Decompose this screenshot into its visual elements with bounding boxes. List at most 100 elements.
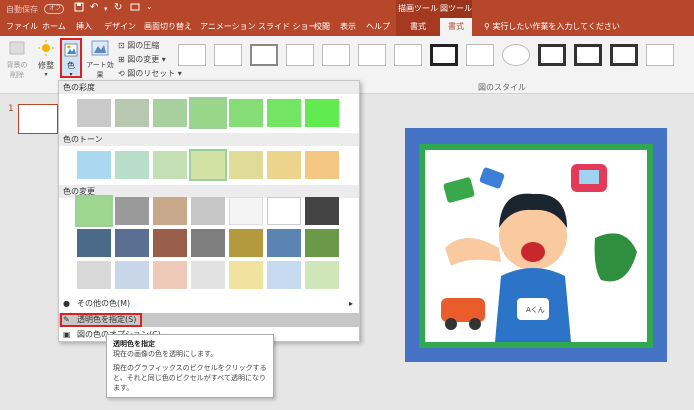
recolor-option[interactable] bbox=[229, 197, 263, 225]
tab-home[interactable]: ホーム bbox=[42, 18, 66, 36]
picture-style-thumb[interactable] bbox=[286, 44, 314, 66]
tooltip-line2: 現在のグラフィックスのピクセルをクリックすると、それと同じ色のピクセルがすべて透… bbox=[113, 364, 267, 392]
tab-picture-format[interactable]: 書式 bbox=[440, 18, 472, 36]
recolor-option[interactable] bbox=[115, 229, 149, 257]
recolor-option[interactable] bbox=[191, 229, 225, 257]
picture-style-thumb[interactable] bbox=[322, 44, 350, 66]
picture-style-thumb[interactable] bbox=[358, 44, 386, 66]
tone-option[interactable] bbox=[153, 151, 187, 179]
recolor-option[interactable] bbox=[267, 197, 301, 225]
recolor-option[interactable] bbox=[153, 197, 187, 225]
tab-drawing-format[interactable]: 書式 bbox=[396, 18, 440, 36]
recolor-option[interactable] bbox=[153, 229, 187, 257]
picture-style-thumb[interactable] bbox=[610, 44, 638, 66]
tone-option[interactable] bbox=[229, 151, 263, 179]
saturation-option[interactable] bbox=[229, 99, 263, 127]
tab-file[interactable]: ファイル bbox=[6, 18, 38, 36]
tab-transitions[interactable]: 画面切り替え bbox=[144, 18, 192, 36]
saturation-option[interactable] bbox=[153, 99, 187, 127]
picture-style-thumb[interactable] bbox=[466, 44, 494, 66]
recolor-option[interactable] bbox=[305, 229, 339, 257]
art-effects-icon bbox=[84, 40, 116, 58]
tooltip-line1: 現在の画像の色を透明にします。 bbox=[113, 350, 218, 358]
compress-pictures-button[interactable]: ⊡ 図の圧縮 bbox=[118, 40, 159, 51]
picture-style-thumb[interactable] bbox=[214, 44, 242, 66]
tab-slideshow[interactable]: スライド ショー bbox=[258, 18, 317, 36]
recolor-option[interactable] bbox=[305, 261, 339, 289]
saturation-option[interactable] bbox=[115, 99, 149, 127]
tone-option[interactable] bbox=[305, 151, 339, 179]
picture-style-thumb[interactable] bbox=[178, 44, 206, 66]
reset-picture-button[interactable]: ⟲ 図のリセット ▾ bbox=[118, 68, 182, 79]
corrections-button[interactable]: 修整 ▾ bbox=[34, 40, 58, 78]
saturation-option[interactable] bbox=[305, 99, 339, 127]
ribbon-tabs: ファイル ホーム 挿入 デザイン 画面切り替え アニメーション スライド ショー… bbox=[0, 18, 694, 36]
picture-color-options-icon: ▣ bbox=[63, 330, 71, 339]
recolor-option[interactable] bbox=[77, 229, 111, 257]
recolor-option[interactable] bbox=[77, 261, 111, 289]
tone-option[interactable] bbox=[115, 151, 149, 179]
recolor-option[interactable] bbox=[75, 195, 113, 227]
slide-thumbnail[interactable] bbox=[18, 104, 58, 134]
saturation-option[interactable] bbox=[77, 99, 111, 127]
picture-name-badge: Aくん bbox=[526, 306, 545, 314]
autosave-toggle[interactable]: オフ bbox=[44, 4, 64, 14]
tone-option[interactable] bbox=[189, 149, 227, 181]
color-palette-icon bbox=[64, 43, 78, 60]
picture-style-thumb[interactable] bbox=[574, 44, 602, 66]
recolor-option[interactable] bbox=[115, 261, 149, 289]
selected-picture[interactable]: Aくん bbox=[405, 128, 667, 362]
recolor-option[interactable] bbox=[153, 261, 187, 289]
tone-section-header: 色のトーン bbox=[59, 133, 359, 146]
picture-style-thumb[interactable] bbox=[250, 44, 278, 66]
recolor-option[interactable] bbox=[229, 261, 263, 289]
customize-qat-icon[interactable]: ⌄ bbox=[146, 2, 153, 11]
recolor-option[interactable] bbox=[267, 229, 301, 257]
undo-icon[interactable]: ↶ bbox=[90, 2, 98, 13]
picture-style-thumb[interactable] bbox=[502, 44, 530, 66]
tell-me-search[interactable]: ⚲ 実行したい作業を入力してください bbox=[484, 18, 620, 36]
color-wheel-icon: ● bbox=[63, 299, 70, 308]
change-picture-button[interactable]: ⊞ 図の変更 ▾ bbox=[118, 54, 166, 65]
undo-dropdown-icon[interactable]: ▾ bbox=[104, 5, 108, 13]
tone-option[interactable] bbox=[77, 151, 111, 179]
picture-style-thumb[interactable] bbox=[394, 44, 422, 66]
tab-view[interactable]: 表示 bbox=[340, 18, 356, 36]
save-icon[interactable] bbox=[74, 2, 84, 15]
color-button[interactable]: 色 ▾ bbox=[60, 38, 82, 78]
saturation-option[interactable] bbox=[267, 99, 301, 127]
chevron-down-icon: ▾ bbox=[44, 71, 48, 78]
picture-tools-group: 図ツール bbox=[440, 0, 472, 18]
slideshow-icon[interactable] bbox=[130, 2, 140, 15]
chevron-right-icon: ▸ bbox=[348, 299, 353, 308]
tab-help[interactable]: ヘルプ bbox=[366, 18, 390, 36]
tab-animations[interactable]: アニメーション bbox=[200, 18, 256, 36]
art-effects-label: アート効果 bbox=[86, 61, 114, 79]
remove-background-label: 背景の 削除 bbox=[6, 61, 28, 79]
highlight-box bbox=[60, 313, 142, 327]
picture-style-thumb[interactable] bbox=[538, 44, 566, 66]
redo-icon[interactable]: ↻ bbox=[114, 2, 122, 13]
recolor-option[interactable] bbox=[305, 197, 339, 225]
tab-review[interactable]: 校閲 bbox=[314, 18, 330, 36]
color-label: 色 bbox=[67, 61, 75, 70]
tab-design[interactable]: デザイン bbox=[104, 18, 136, 36]
recolor-option[interactable] bbox=[267, 261, 301, 289]
picture-style-thumb[interactable] bbox=[430, 44, 458, 66]
tone-option[interactable] bbox=[267, 151, 301, 179]
recolor-option[interactable] bbox=[229, 229, 263, 257]
remove-background-button[interactable]: 背景の 削除 bbox=[2, 40, 32, 80]
slide-thumbnail-pane: 1 bbox=[0, 94, 58, 410]
more-colors-menu-item[interactable]: ● その他の色(M) ▸ bbox=[59, 297, 359, 311]
chevron-down-icon: ▾ bbox=[69, 71, 73, 78]
tooltip-title: 透明色を指定 bbox=[113, 340, 155, 348]
recolor-option[interactable] bbox=[115, 197, 149, 225]
remove-background-icon bbox=[2, 40, 32, 58]
chevron-down-icon: ▾ bbox=[177, 69, 182, 78]
picture-style-thumb[interactable] bbox=[646, 44, 674, 66]
tab-insert[interactable]: 挿入 bbox=[76, 18, 92, 36]
picture-styles-group-label: 図のスタイル bbox=[478, 83, 526, 92]
recolor-option[interactable] bbox=[191, 197, 225, 225]
recolor-option[interactable] bbox=[191, 261, 225, 289]
saturation-option[interactable] bbox=[189, 97, 227, 129]
